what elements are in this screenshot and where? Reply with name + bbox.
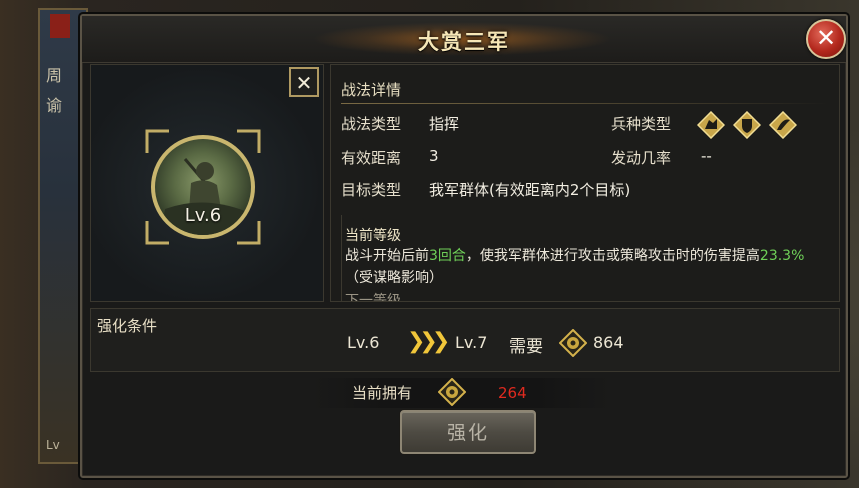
- dialog-title-bar: 大赏三军 ✕: [82, 16, 846, 63]
- skill-type-value: 指挥: [429, 115, 460, 133]
- background-red-tag: [50, 14, 70, 38]
- skill-portrait: Lv.6: [151, 135, 255, 239]
- current-level-title: 当前等级: [345, 228, 401, 244]
- desc-text-1: 战斗开始后前: [345, 248, 429, 264]
- desc-highlight-turns: 3回合: [429, 248, 466, 264]
- trigger-rate-value: --: [701, 147, 712, 165]
- skill-upgrade-dialog: 大赏三军 ✕ ✕ Lv.6 战法详情 战法类型 指挥 兵种类型 有效距离 3 发…: [80, 14, 848, 478]
- skill-type-label: 战法类型: [341, 115, 402, 133]
- troop-type-label: 兵种类型: [611, 115, 672, 133]
- background-char-2: 谕: [46, 96, 63, 115]
- archer-icon: [769, 111, 797, 139]
- next-level-title-cut: 下一等级: [345, 293, 401, 302]
- need-label: 需要: [509, 337, 543, 357]
- trigger-rate-label: 发动几率: [611, 149, 672, 167]
- desc-text-2: ，使我军群体进行攻击或策略攻击时的伤害提高: [465, 248, 760, 264]
- desc-text-3: （受谋略影响）: [345, 270, 443, 286]
- arrow-right-icon: ❯❯❯: [407, 329, 450, 354]
- skill-detail-panel: 战法详情 战法类型 指挥 兵种类型 有效距离 3 发动几率 -- 目标类型 我军…: [330, 64, 840, 302]
- owned-amount: 264: [498, 384, 527, 402]
- panel-close-button[interactable]: ✕: [289, 67, 319, 97]
- jade-token-icon: [559, 329, 587, 357]
- skill-description: 战斗开始后前3回合，使我军群体进行攻击或策略攻击时的伤害提高23.3% （受谋略影…: [345, 245, 805, 289]
- upgrade-condition-label: 强化条件: [97, 317, 158, 335]
- strengthen-button[interactable]: 强化: [400, 410, 536, 454]
- background-lv-text: Lv: [46, 438, 60, 452]
- desc-highlight-percent: 23.3%: [759, 248, 805, 264]
- jade-token-icon: [438, 378, 466, 406]
- owned-label: 当前拥有: [352, 384, 413, 402]
- target-type-label: 目标类型: [341, 181, 402, 199]
- cavalry-icon: [697, 111, 725, 139]
- upgrade-condition-row: 强化条件 Lv.6 ❯❯❯ Lv.7 需要 864: [90, 308, 840, 372]
- skill-level-label: Lv.6: [184, 205, 222, 226]
- current-level-text: Lv.6: [347, 333, 380, 352]
- range-label: 有效距离: [341, 149, 402, 167]
- detail-heading: 战法详情: [341, 81, 402, 99]
- skill-icon-panel: ✕ Lv.6: [90, 64, 324, 302]
- need-amount: 864: [593, 333, 624, 352]
- target-type-value: 我军群体(有效距离内2个目标): [429, 181, 631, 199]
- shield-icon: [733, 111, 761, 139]
- skill-icon: Lv.6: [143, 127, 263, 247]
- range-value: 3: [429, 147, 439, 165]
- next-level-text: Lv.7: [455, 333, 488, 352]
- dialog-title: 大赏三军: [418, 30, 510, 54]
- close-icon[interactable]: ✕: [806, 19, 846, 59]
- heading-divider: [341, 103, 829, 104]
- background-char-1: 周: [46, 66, 63, 85]
